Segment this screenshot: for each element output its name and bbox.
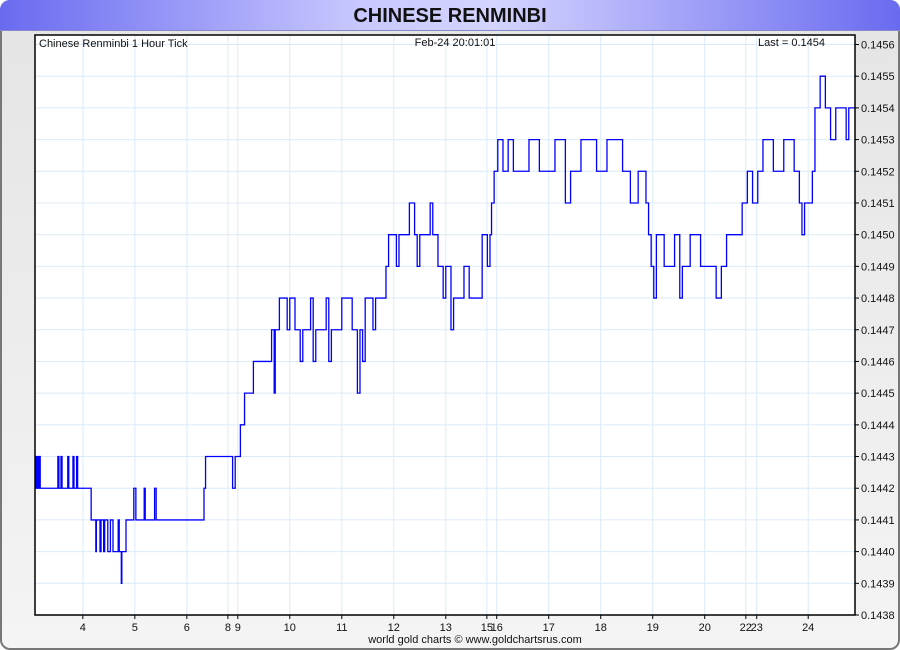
y-tick-label: 0.1439: [861, 578, 895, 590]
x-tick-label: 16: [491, 622, 503, 634]
x-tick-label: 6: [184, 622, 190, 634]
y-tick-label: 0.1453: [861, 135, 895, 147]
footer-credit: world gold charts © www.goldchartsrus.co…: [367, 634, 582, 646]
x-tick-label: 5: [132, 622, 138, 634]
y-tick-label: 0.1450: [861, 230, 895, 242]
plot-area: [35, 35, 855, 615]
y-tick-label: 0.1440: [861, 547, 895, 559]
y-tick-label: 0.1447: [861, 325, 895, 337]
y-tick-label: 0.1454: [861, 103, 895, 115]
x-tick-label: 17: [543, 622, 555, 634]
y-tick-label: 0.1451: [861, 198, 895, 210]
y-tick-label: 0.1445: [861, 388, 895, 400]
x-axis: 4 5 6 8 9 10 11 12 13 1516 17 18 19 20 2223 24: [80, 615, 814, 634]
y-tick-label: 0.1446: [861, 356, 895, 368]
y-axis: 0.1456 0.1455 0.1454 0.1453 0.1452 0.1451 0.14…: [855, 40, 895, 622]
x-tick-label: 19: [647, 622, 659, 634]
y-tick-label: 0.1449: [861, 261, 895, 273]
y-tick-label: 0.1455: [861, 71, 895, 83]
x-tick-label: 18: [595, 622, 607, 634]
x-tick-label: 9: [235, 622, 241, 634]
x-tick-label: 23: [751, 622, 763, 634]
y-tick-label: 0.1442: [861, 483, 895, 495]
y-tick-label: 0.1443: [861, 452, 895, 464]
chart-title: Chinese Renminbi 1 Hour Tick: [39, 38, 188, 50]
timestamp: Feb-24 20:01:01: [415, 37, 496, 49]
x-tick-label: 20: [699, 622, 711, 634]
x-tick-label: 24: [802, 622, 814, 634]
x-tick-label: 8: [225, 622, 231, 634]
x-tick-label: 11: [336, 622, 347, 634]
y-tick-label: 0.1456: [861, 40, 895, 52]
price-chart: 0.1456 0.1455 0.1454 0.1453 0.1452 0.1451 0.14…: [34, 34, 895, 646]
x-tick-label: 12: [388, 622, 400, 634]
y-tick-label: 0.1441: [861, 515, 895, 527]
x-tick-label: 4: [80, 622, 86, 634]
last-price: Last = 0.1454: [758, 37, 825, 49]
y-tick-label: 0.1448: [861, 293, 895, 305]
x-tick-label: 13: [440, 622, 452, 634]
y-tick-label: 0.1444: [861, 420, 895, 432]
y-tick-label: 0.1452: [861, 166, 895, 178]
x-tick-label: 10: [284, 622, 296, 634]
y-tick-label: 0.1438: [861, 610, 895, 622]
